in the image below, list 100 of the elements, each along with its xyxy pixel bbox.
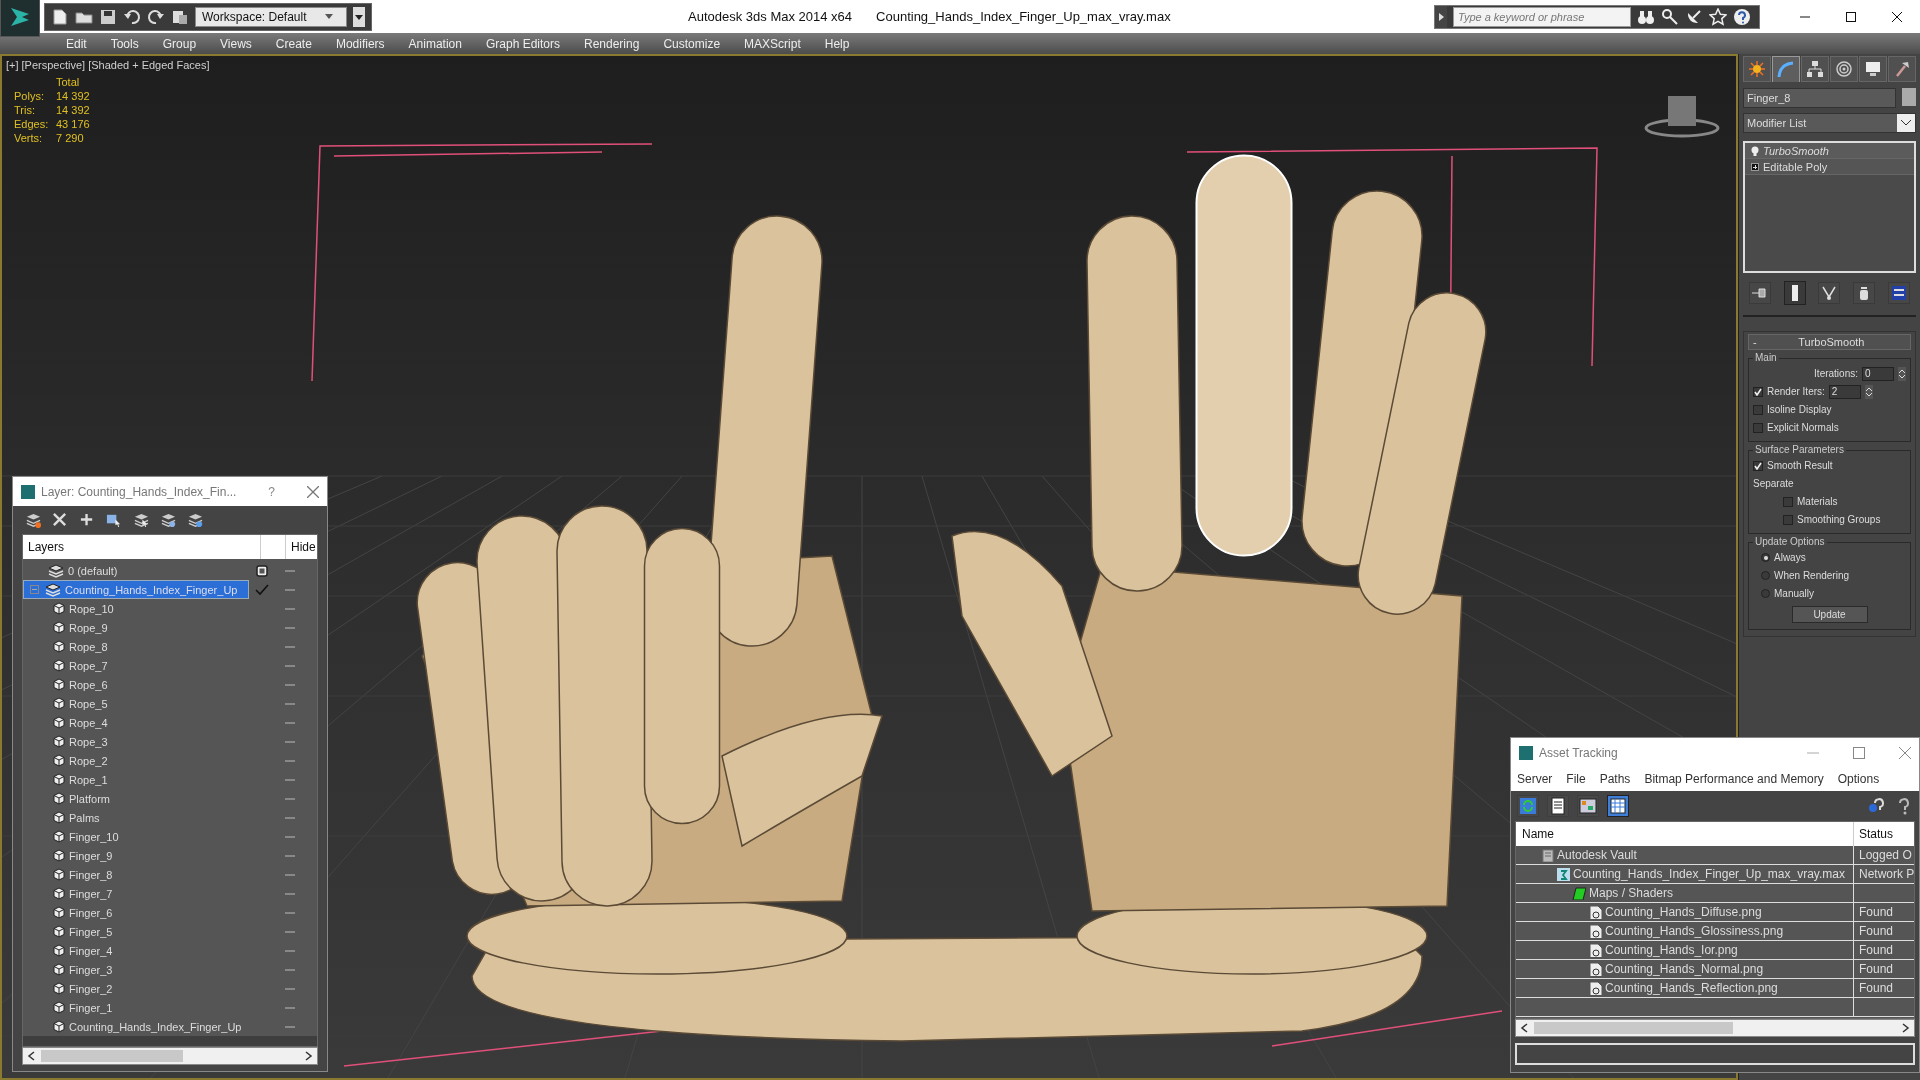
panel-tab[interactable] [1859,56,1887,82]
close-icon[interactable] [1892,11,1902,22]
menu-item[interactable]: Paths [1599,772,1631,786]
trash-bin-button[interactable] [1853,282,1876,304]
refresh-button[interactable] [1517,795,1539,817]
column-header[interactable]: Layers [23,540,260,554]
fork-button[interactable] [1818,282,1841,304]
checkbox[interactable] [1783,514,1793,525]
view-cube-icon[interactable] [1644,96,1720,138]
object-item[interactable]: Rope_10 [23,599,249,618]
object-item[interactable]: Rope_9 [23,618,249,637]
hide-toggle-icon[interactable] [285,778,295,781]
hide-toggle-icon[interactable] [285,588,295,591]
scroll-right-icon[interactable] [1902,1023,1910,1033]
modifier-list-dropdown[interactable]: Modifier List [1743,113,1916,133]
menu-item[interactable]: Server [1517,772,1553,786]
asset-tree-item[interactable]: Counting_Hands_Ior.png [1516,941,1853,959]
hide-toggle-icon[interactable] [285,930,295,933]
object-item[interactable]: Rope_5 [23,694,249,713]
object-item[interactable]: Finger_1 [23,998,249,1017]
object-item[interactable]: Rope_4 [23,713,249,732]
panel-tab[interactable] [1888,56,1916,82]
menu-item[interactable]: Rendering [572,36,652,51]
hide-toggle-icon[interactable] [285,968,295,971]
object-item[interactable]: Rope_3 [23,732,249,751]
hide-toggle-icon[interactable] [285,873,295,876]
menu-item[interactable]: Create [263,36,324,51]
asset-tree-item[interactable]: Counting_Hands_Glossiness.png [1516,922,1853,940]
menu-item[interactable]: Animation [396,36,474,51]
menu-item[interactable]: Modifiers [323,36,397,51]
object-item[interactable]: Platform [23,789,249,808]
hide-toggle-icon[interactable] [285,664,295,667]
undo-icon[interactable] [123,7,141,26]
collapse-toggle-icon[interactable] [30,585,39,594]
light-bulb-icon[interactable] [1751,145,1759,156]
update-button[interactable]: Update [1791,606,1868,623]
object-item[interactable]: Rope_8 [23,637,249,656]
hide-toggle-icon[interactable] [285,949,295,952]
radio-button[interactable] [1761,553,1770,562]
checkbox[interactable] [1753,386,1763,397]
satellite-dish-icon[interactable] [1685,7,1703,26]
spinner-arrows-icon[interactable] [1864,384,1873,399]
radio-button[interactable] [1761,571,1770,580]
viewport-menu-label[interactable]: [+] [6,59,19,71]
checkbox[interactable] [1783,496,1793,507]
hide-toggle-icon[interactable] [285,854,295,857]
hide-toggle-icon[interactable] [285,911,295,914]
hide-toggle-icon[interactable] [285,569,295,572]
object-item[interactable]: Finger_6 [23,903,249,922]
hide-toggle-icon[interactable] [285,797,295,800]
help-button[interactable]: ? [262,483,281,500]
asset-tree-item[interactable]: Counting_Hands_Diffuse.png [1516,903,1853,921]
hide-toggle-icon[interactable] [285,740,295,743]
app-logo-icon[interactable] [0,0,40,37]
hide-toggle-icon[interactable] [285,721,295,724]
menu-item[interactable]: Group [150,36,209,51]
panel-tab[interactable] [1801,56,1829,82]
new-file-icon[interactable] [51,7,69,26]
horizontal-scrollbar[interactable] [22,1047,318,1065]
workspace-dropdown[interactable]: Workspace: Default [195,6,347,27]
object-item[interactable]: Finger_2 [23,979,249,998]
expand-icon[interactable] [1751,162,1759,171]
maximize-button[interactable] [1853,746,1865,759]
hide-toggle-icon[interactable] [285,683,295,686]
checkbox[interactable] [1753,404,1763,415]
asset-tree-item[interactable]: Maps / Shaders [1516,884,1853,902]
scroll-right-icon[interactable] [305,1051,313,1061]
layer-item[interactable]: 0 (default) [23,561,249,580]
menu-item[interactable]: Views [208,36,264,51]
asset-tree-item[interactable]: Counting_Hands_Reflection.png [1516,979,1853,997]
hide-toggle-icon[interactable] [285,626,295,629]
redo-icon[interactable] [147,7,165,26]
object-item[interactable]: Finger_5 [23,922,249,941]
object-item[interactable]: Rope_6 [23,675,249,694]
maximize-icon[interactable] [1846,11,1856,22]
menu-item[interactable]: Tools [98,36,151,51]
panel-tab[interactable] [1772,56,1800,82]
hide-toggle-icon[interactable] [285,892,295,895]
hide-toggle-icon[interactable] [285,835,295,838]
checkbox[interactable] [1753,422,1763,433]
select-objects-icon[interactable] [106,512,122,528]
hide-toggle-icon[interactable] [285,816,295,819]
object-item[interactable]: Finger_9 [23,846,249,865]
object-item[interactable]: Finger_10 [23,827,249,846]
layer-item[interactable]: Counting_Hands_Index_Finger_Up [23,580,249,599]
object-item[interactable]: Finger_4 [23,941,249,960]
hide-toggle-icon[interactable] [285,607,295,610]
hide-toggle-icon[interactable] [285,702,295,705]
thumbnail-view-button[interactable] [1577,795,1599,817]
object-name-field[interactable]: Finger_8 [1743,88,1896,108]
highlight-layer-icon[interactable] [160,512,176,528]
object-item[interactable]: Finger_3 [23,960,249,979]
object-item[interactable]: Rope_1 [23,770,249,789]
object-item[interactable]: Finger_7 [23,884,249,903]
help-icon[interactable] [1733,7,1751,26]
asset-tree-item[interactable]: Counting_Hands_Index_Finger_Up_max_vray.max [1516,865,1853,883]
scroll-left-icon[interactable] [1520,1023,1528,1033]
spinner-field[interactable]: 0 [1862,366,1894,381]
menu-item[interactable]: Help [812,36,862,51]
rollout-header[interactable]: - TurboSmooth [1748,334,1911,350]
